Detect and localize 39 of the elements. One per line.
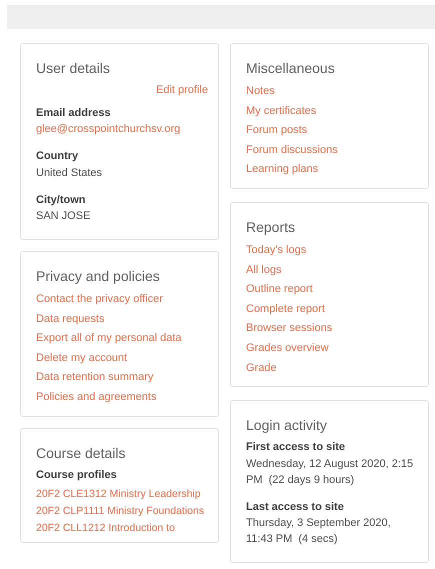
menu-link[interactable]: Forum posts — [246, 121, 418, 141]
card-title: Miscellaneous — [246, 59, 336, 78]
course-link[interactable]: 20F2 CLE1312 Ministry Leadership — [36, 487, 208, 502]
card-title: Course details — [36, 444, 126, 463]
card-title: Privacy and policies — [36, 267, 161, 286]
field-label: Email address — [36, 106, 112, 120]
field-label: City/town — [36, 192, 86, 208]
card-title: Reports — [246, 218, 296, 237]
menu-link[interactable]: Grades overview — [246, 338, 418, 359]
field-value: Thursday, 3 September 2020, 11:43 PM (4 secs) — [246, 516, 392, 548]
course-link[interactable]: 20F2 CLL1212 Introduction to — [36, 521, 208, 536]
menu-link[interactable]: Learning plans — [246, 160, 418, 180]
field-value: Wednesday, 12 August 2020, 2:15 PM (22 days 9 hours) — [246, 456, 414, 488]
menu-link[interactable]: Contact the privacy officer — [36, 290, 208, 310]
menu-link[interactable]: Data requests — [36, 310, 208, 330]
menu-link[interactable]: Outline report — [246, 280, 418, 300]
menu-link[interactable]: Data retention summary — [36, 368, 208, 388]
menu-link[interactable]: Grade — [246, 358, 418, 378]
section-label: Course profiles — [36, 468, 118, 483]
field-value-link[interactable]: glee@crosspointchurchsv.org — [36, 121, 208, 137]
menu-link[interactable]: My certificates — [246, 102, 418, 122]
menu-link[interactable]: Policies and agreements — [36, 388, 208, 408]
field-label: First access to site — [246, 440, 346, 456]
menu-link[interactable]: Forum discussions — [246, 140, 418, 160]
card-title: Login activity — [246, 416, 328, 436]
menu-link[interactable]: Delete my account — [36, 348, 208, 368]
field-label: Last access to site — [246, 500, 345, 515]
menu-link[interactable]: All logs — [246, 260, 418, 280]
card-title: User details — [36, 59, 111, 78]
menu-link[interactable]: Complete report — [246, 300, 418, 320]
edit-profile-link[interactable]: Edit profile — [156, 82, 208, 98]
menu-link[interactable]: Browser sessions — [246, 319, 418, 339]
field-value: SAN JOSE — [36, 209, 92, 224]
field-value: United States — [36, 166, 104, 180]
course-link[interactable]: 20F2 CLP1111 Ministry Foundations — [36, 504, 208, 518]
menu-link[interactable]: Notes — [246, 82, 418, 102]
menu-link[interactable]: Export all of my personal data — [36, 329, 208, 349]
menu-link[interactable]: Today's logs — [246, 240, 418, 261]
field-label: Country — [36, 149, 80, 164]
